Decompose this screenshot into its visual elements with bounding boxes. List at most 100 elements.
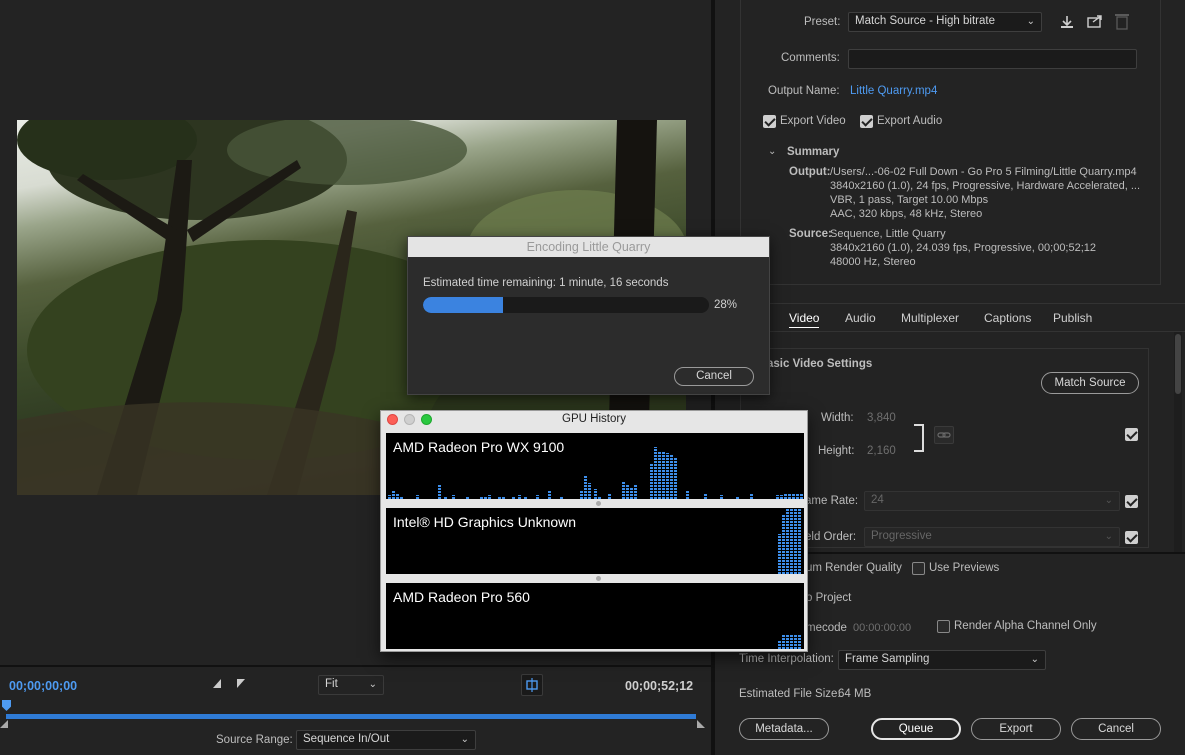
comments-input[interactable] xyxy=(848,49,1137,69)
estimated-size-value: 64 MB xyxy=(838,688,872,700)
field-order-select[interactable]: Progressive ⌄ xyxy=(864,527,1120,547)
gpu-activity-bar xyxy=(794,508,797,574)
gpu-activity-bar xyxy=(670,455,673,499)
output-name-label: Output Name: xyxy=(768,85,840,97)
source-range-select[interactable]: Sequence In/Out ⌄ xyxy=(296,730,476,750)
comments-label: Comments: xyxy=(781,52,840,64)
summary-source-line: Sequence, Little Quarry xyxy=(830,228,946,240)
preset-label: Preset: xyxy=(804,16,841,28)
fit-to-frame-icon[interactable] xyxy=(521,674,543,696)
max-render-quality-label: um Render Quality xyxy=(806,562,902,574)
gpu-activity-bar xyxy=(630,487,633,499)
gpu-activity-bar xyxy=(658,451,661,499)
frame-rate-label: ame Rate: xyxy=(805,495,859,507)
mark-in-icon[interactable] xyxy=(213,679,221,688)
gpu-activity-bar xyxy=(580,491,583,499)
playhead-icon[interactable] xyxy=(2,700,11,711)
summary-toggle-icon[interactable]: ⌄ xyxy=(768,146,776,157)
export-audio-checkbox[interactable] xyxy=(860,115,873,128)
match-size-checkbox[interactable] xyxy=(1125,428,1138,441)
chevron-down-icon: ⌄ xyxy=(460,734,469,745)
gpu-activity-bar xyxy=(588,483,591,499)
scrollbar[interactable] xyxy=(1174,332,1182,552)
gpu-activity-bar xyxy=(662,451,665,499)
gpu-activity-bar xyxy=(782,635,785,649)
aspect-bracket xyxy=(914,424,924,452)
save-preset-icon[interactable] xyxy=(1059,14,1075,30)
export-button[interactable]: Export xyxy=(971,718,1061,740)
frame-rate-select[interactable]: 24 ⌄ xyxy=(864,491,1120,511)
close-icon[interactable] xyxy=(387,414,398,425)
in-point-handle[interactable] xyxy=(0,720,8,728)
field-order-checkbox[interactable] xyxy=(1125,531,1138,544)
gpu-activity-bar xyxy=(782,514,785,574)
gpu-activity-bar xyxy=(778,641,781,649)
metadata-button[interactable]: Metadata... xyxy=(739,718,829,740)
delete-preset-icon[interactable] xyxy=(1115,13,1129,30)
gpu-history-title: GPU History xyxy=(562,413,626,425)
chevron-down-icon: ⌄ xyxy=(1104,495,1113,506)
tab-publish[interactable]: Publish xyxy=(1053,311,1092,325)
tab-video[interactable]: Video xyxy=(789,311,820,328)
chevron-down-icon: ⌄ xyxy=(1030,654,1039,665)
current-timecode[interactable]: 00;00;00;00 xyxy=(9,679,77,693)
source-range-label: Source Range: xyxy=(216,734,293,746)
tab-audio[interactable]: Audio xyxy=(845,311,876,325)
timecode-value: 00:00:00:00 xyxy=(853,622,912,634)
gpu-activity-bar xyxy=(674,457,677,499)
timecode-label: mecode xyxy=(806,622,847,634)
preset-select[interactable]: Match Source - High bitrate ⌄ xyxy=(848,12,1042,32)
import-preset-icon[interactable] xyxy=(1087,14,1103,30)
summary-source-label: Source: xyxy=(789,228,832,240)
gpu-activity-bar xyxy=(790,508,793,574)
tab-captions[interactable]: Captions xyxy=(984,311,1031,325)
encoding-progress-fill xyxy=(423,297,504,313)
gpu-activity-bar xyxy=(654,447,657,499)
output-name-link[interactable]: Little Quarry.mp4 xyxy=(850,85,937,97)
time-interpolation-value: Frame Sampling xyxy=(845,653,930,665)
gpu-activity-bar xyxy=(584,475,587,499)
use-previews-checkbox[interactable] xyxy=(912,562,925,575)
encoding-cancel-button[interactable]: Cancel xyxy=(674,367,754,386)
gpu-activity-bar xyxy=(794,635,797,649)
summary-source-line: 48000 Hz, Stereo xyxy=(830,256,916,268)
minimize-icon[interactable] xyxy=(404,414,415,425)
out-point-handle[interactable] xyxy=(697,720,705,728)
timeline-track[interactable] xyxy=(6,714,696,719)
gpu-panel: AMD Radeon Pro 560 xyxy=(386,583,804,649)
width-label: Width: xyxy=(821,412,854,424)
export-video-checkbox[interactable] xyxy=(763,115,776,128)
basic-video-settings-title: asic Video Settings xyxy=(767,358,873,370)
match-source-button[interactable]: Match Source xyxy=(1041,372,1139,394)
width-value: 3,840 xyxy=(867,412,896,424)
cancel-button[interactable]: Cancel xyxy=(1071,718,1161,740)
gpu-name: AMD Radeon Pro WX 9100 xyxy=(393,439,565,455)
queue-button[interactable]: Queue xyxy=(871,718,961,740)
render-alpha-checkbox[interactable] xyxy=(937,620,950,633)
export-audio-label: Export Audio xyxy=(877,115,943,127)
gpu-activity-bar xyxy=(666,453,669,499)
mark-out-icon[interactable] xyxy=(237,679,245,688)
zoom-select[interactable]: Fit ⌄ xyxy=(318,675,384,695)
frame-rate-checkbox[interactable] xyxy=(1125,495,1138,508)
gpu-activity-bar xyxy=(634,485,637,499)
time-remaining-text: Estimated time remaining: 1 minute, 16 s… xyxy=(423,277,669,289)
gpu-panel: AMD Radeon Pro WX 9100 xyxy=(386,433,804,499)
gpu-activity-bar xyxy=(778,534,781,574)
estimated-size-label: Estimated File Size: xyxy=(739,688,841,700)
end-timecode: 00;00;52;12 xyxy=(625,679,694,693)
link-icon[interactable] xyxy=(934,426,954,444)
chevron-down-icon: ⌄ xyxy=(368,679,377,690)
export-video-label: Export Video xyxy=(780,115,846,127)
panel-splitter[interactable] xyxy=(386,499,804,508)
panel-splitter[interactable] xyxy=(386,574,804,583)
gpu-activity-bar xyxy=(798,635,801,649)
use-previews-label: Use Previews xyxy=(929,562,1000,574)
gpu-activity-bar xyxy=(548,491,551,499)
time-interpolation-select[interactable]: Frame Sampling ⌄ xyxy=(838,650,1046,670)
gpu-name: Intel® HD Graphics Unknown xyxy=(393,514,577,530)
summary-output-line: VBR, 1 pass, Target 10.00 Mbps xyxy=(830,194,989,206)
gpu-activity-bar xyxy=(622,481,625,499)
zoom-icon[interactable] xyxy=(421,414,432,425)
tab-multiplexer[interactable]: Multiplexer xyxy=(901,311,959,325)
